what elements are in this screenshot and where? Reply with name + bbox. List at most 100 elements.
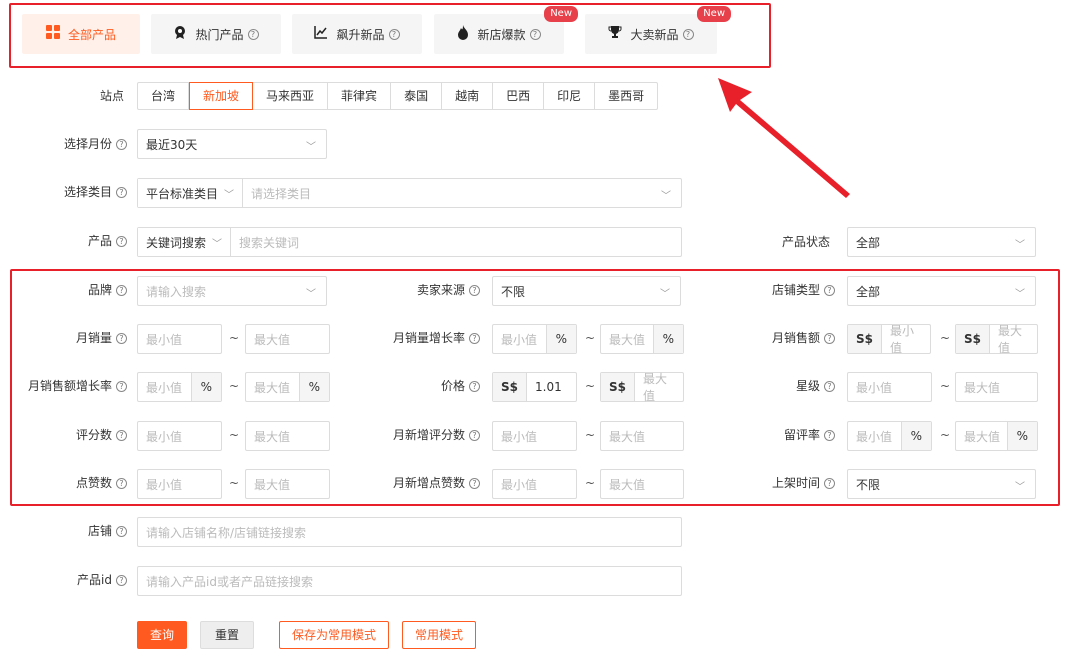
range-separator: ~: [229, 428, 240, 442]
help-icon[interactable]: ?: [469, 478, 480, 489]
likes-min[interactable]: 最小值: [137, 469, 222, 499]
shop-type-label-wrap: 店铺类型?: [740, 277, 835, 303]
help-icon[interactable]: ?: [116, 285, 127, 296]
review-rate-min[interactable]: 最小值%: [847, 421, 932, 451]
grid-icon: [45, 25, 60, 43]
help-icon[interactable]: ?: [824, 430, 835, 441]
tab-hot-products[interactable]: 热门产品 ?: [151, 14, 281, 54]
chevron-down-icon: ﹀: [306, 289, 316, 300]
tab-top-seller-new[interactable]: 大卖新品 ? New: [585, 6, 731, 54]
reset-button[interactable]: 重置: [200, 621, 255, 649]
price-min[interactable]: S$ 1.01: [492, 372, 577, 402]
category-type-select[interactable]: 平台标准类目 ﹀: [138, 179, 244, 207]
chevron-down-icon: ﹀: [660, 289, 670, 300]
rating-min[interactable]: 最小值: [847, 372, 932, 402]
help-icon[interactable]: ?: [682, 28, 694, 40]
help-icon[interactable]: ?: [116, 478, 127, 489]
brand-select[interactable]: 请输入搜索 ﹀: [137, 276, 327, 306]
monthly-revenue-min[interactable]: S$ 最小值: [847, 324, 931, 355]
help-icon[interactable]: ?: [469, 430, 480, 441]
review-count-max[interactable]: 最大值: [245, 421, 330, 451]
month-select[interactable]: 最近30天 ﹀: [137, 129, 327, 159]
save-mode-button[interactable]: 保存为常用模式: [279, 621, 390, 649]
common-mode-button[interactable]: 常用模式: [402, 621, 477, 649]
product-status-select[interactable]: 全部 ﹀: [847, 227, 1036, 257]
help-icon[interactable]: ?: [824, 478, 835, 489]
currency-prefix: S$: [956, 325, 990, 353]
tab-new-shop-hits[interactable]: 新店爆款 ? New: [434, 6, 578, 54]
new-likes-min[interactable]: 最小值: [492, 469, 577, 499]
category-select[interactable]: 平台标准类目 ﹀ 请选择类目 ﹀: [137, 178, 682, 208]
percent-suffix: %: [190, 373, 221, 401]
site-selector: 台湾 新加坡 马来西亚 菲律宾 泰国 越南 巴西 印尼 墨西哥: [137, 82, 659, 110]
help-icon[interactable]: ?: [116, 139, 127, 150]
product-id-label: 产品id: [77, 573, 112, 587]
percent-suffix: %: [545, 325, 576, 353]
category-placeholder: 请选择类目: [251, 186, 312, 201]
help-icon[interactable]: ?: [116, 575, 127, 586]
percent-suffix: %: [298, 373, 329, 401]
site-option-singapore[interactable]: 新加坡: [189, 82, 254, 110]
help-icon[interactable]: ?: [116, 381, 127, 392]
range-separator: ~: [940, 331, 951, 345]
site-option-vietnam[interactable]: 越南: [442, 83, 494, 109]
monthly-sales-max[interactable]: 最大值: [245, 324, 330, 354]
site-option-taiwan[interactable]: 台湾: [138, 83, 190, 109]
likes-max[interactable]: 最大值: [245, 469, 330, 499]
product-search[interactable]: 关键词搜索 ﹀ 搜索关键词: [137, 227, 682, 257]
help-icon[interactable]: ?: [469, 285, 480, 296]
price-label-wrap: 价格?: [380, 373, 480, 399]
site-option-philippines[interactable]: 菲律宾: [328, 83, 392, 109]
review-rate-max[interactable]: 最大值%: [955, 421, 1038, 451]
help-icon[interactable]: ?: [469, 333, 480, 344]
currency-prefix: S$: [493, 373, 527, 401]
help-icon[interactable]: ?: [824, 381, 835, 392]
seller-source-label: 卖家来源: [416, 283, 465, 297]
shop-search-input[interactable]: 请输入店铺名称/店铺链接搜索: [137, 517, 682, 547]
help-icon[interactable]: ?: [824, 333, 835, 344]
help-icon[interactable]: ?: [116, 430, 127, 441]
monthly-sales-label: 月销量: [75, 331, 112, 345]
site-option-brazil[interactable]: 巴西: [493, 83, 545, 109]
new-likes-max[interactable]: 最大值: [600, 469, 684, 499]
product-search-type-select[interactable]: 关键词搜索 ﹀: [138, 228, 232, 256]
site-option-indonesia[interactable]: 印尼: [544, 83, 596, 109]
help-icon[interactable]: ?: [116, 526, 127, 537]
help-icon[interactable]: ?: [116, 187, 127, 198]
new-reviews-max[interactable]: 最大值: [600, 421, 684, 451]
sales-growth-max[interactable]: 最大值%: [600, 324, 684, 354]
seller-source-select[interactable]: 不限 ﹀: [492, 276, 681, 306]
help-icon[interactable]: ?: [116, 333, 127, 344]
help-icon[interactable]: ?: [529, 28, 541, 40]
help-icon[interactable]: ?: [116, 236, 127, 247]
site-option-mexico[interactable]: 墨西哥: [595, 83, 657, 109]
category-label-wrap: 选择类目?: [30, 179, 127, 205]
site-option-thailand[interactable]: 泰国: [391, 83, 443, 109]
product-id-input[interactable]: 请输入产品id或者产品链接搜索: [137, 566, 682, 596]
listing-time-label-wrap: 上架时间?: [740, 470, 835, 496]
site-option-malaysia[interactable]: 马来西亚: [253, 83, 329, 109]
sales-growth-min[interactable]: 最小值%: [492, 324, 577, 354]
medal-icon: [173, 25, 187, 43]
help-icon[interactable]: ?: [824, 285, 835, 296]
trophy-icon: [608, 25, 622, 43]
help-icon[interactable]: ?: [247, 28, 259, 40]
listing-time-select[interactable]: 不限 ﹀: [847, 469, 1036, 499]
help-icon[interactable]: ?: [388, 28, 400, 40]
revenue-growth-max[interactable]: 最大值%: [245, 372, 330, 402]
monthly-sales-min[interactable]: 最小值: [137, 324, 222, 354]
new-reviews-min[interactable]: 最小值: [492, 421, 577, 451]
review-count-min[interactable]: 最小值: [137, 421, 222, 451]
tab-all-products[interactable]: 全部产品: [22, 14, 140, 54]
query-button[interactable]: 查询: [137, 621, 188, 649]
monthly-revenue-max[interactable]: S$ 最大值: [955, 324, 1038, 355]
revenue-growth-min[interactable]: 最小值%: [137, 372, 222, 402]
shop-type-select[interactable]: 全部 ﹀: [847, 276, 1036, 306]
range-separator: ~: [940, 379, 951, 393]
price-max[interactable]: S$ 最大值: [600, 372, 684, 403]
rating-max[interactable]: 最大值: [955, 372, 1038, 402]
range-separator: ~: [585, 379, 596, 393]
help-icon[interactable]: ?: [469, 381, 480, 392]
tab-rising-products[interactable]: 飙升新品 ?: [292, 14, 422, 54]
tab-label: 飙升新品: [336, 27, 385, 42]
